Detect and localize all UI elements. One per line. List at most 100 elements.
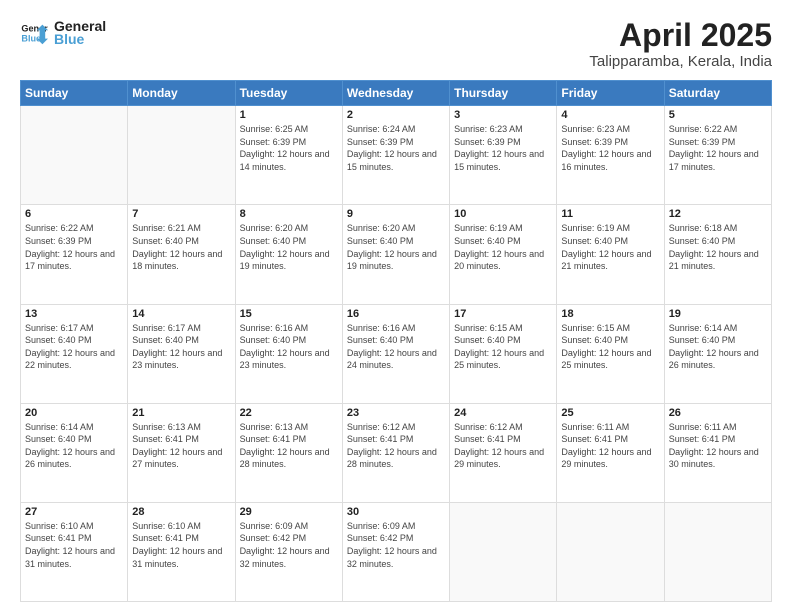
day-info: Sunrise: 6:13 AMSunset: 6:41 PMDaylight:… <box>132 421 230 471</box>
calendar-cell: 26 Sunrise: 6:11 AMSunset: 6:41 PMDayligh… <box>664 403 771 502</box>
day-info: Sunrise: 6:22 AMSunset: 6:39 PMDaylight:… <box>25 222 123 272</box>
calendar-cell: 5 Sunrise: 6:22 AMSunset: 6:39 PMDaylight… <box>664 106 771 205</box>
day-number: 19 <box>669 308 767 320</box>
weekday-header: Tuesday <box>235 81 342 106</box>
calendar-cell: 11 Sunrise: 6:19 AMSunset: 6:40 PMDayligh… <box>557 205 664 304</box>
day-number: 10 <box>454 208 552 220</box>
day-info: Sunrise: 6:20 AMSunset: 6:40 PMDaylight:… <box>347 222 445 272</box>
day-number: 5 <box>669 109 767 121</box>
calendar-cell: 25 Sunrise: 6:11 AMSunset: 6:41 PMDayligh… <box>557 403 664 502</box>
calendar-cell: 3 Sunrise: 6:23 AMSunset: 6:39 PMDaylight… <box>450 106 557 205</box>
day-info: Sunrise: 6:15 AMSunset: 6:40 PMDaylight:… <box>561 322 659 372</box>
calendar-cell: 6 Sunrise: 6:22 AMSunset: 6:39 PMDaylight… <box>21 205 128 304</box>
calendar-table: SundayMondayTuesdayWednesdayThursdayFrid… <box>20 80 772 602</box>
day-number: 3 <box>454 109 552 121</box>
calendar-cell: 1 Sunrise: 6:25 AMSunset: 6:39 PMDaylight… <box>235 106 342 205</box>
calendar-cell: 19 Sunrise: 6:14 AMSunset: 6:40 PMDayligh… <box>664 304 771 403</box>
calendar-cell: 27 Sunrise: 6:10 AMSunset: 6:41 PMDayligh… <box>21 502 128 601</box>
weekday-header: Wednesday <box>342 81 449 106</box>
day-info: Sunrise: 6:12 AMSunset: 6:41 PMDaylight:… <box>454 421 552 471</box>
calendar-cell: 29Sunrise: 6:09 AMSunset: 6:42 PMDayligh… <box>235 502 342 601</box>
day-number: 22 <box>240 407 338 419</box>
calendar-cell: 4 Sunrise: 6:23 AMSunset: 6:39 PMDaylight… <box>557 106 664 205</box>
calendar-cell: 12 Sunrise: 6:18 AMSunset: 6:40 PMDayligh… <box>664 205 771 304</box>
day-number: 25 <box>561 407 659 419</box>
logo-icon: General Blue <box>20 19 48 47</box>
logo-blue: Blue <box>54 31 106 47</box>
calendar-cell: 30 Sunrise: 6:09 AMSunset: 6:42 PMDayligh… <box>342 502 449 601</box>
logo: General Blue General Blue <box>20 18 106 47</box>
day-info: Sunrise: 6:09 AMSunset: 6:42 PMDaylight:… <box>347 520 445 570</box>
calendar-cell: 24 Sunrise: 6:12 AMSunset: 6:41 PMDayligh… <box>450 403 557 502</box>
day-info: Sunrise: 6:17 AMSunset: 6:40 PMDaylight:… <box>132 322 230 372</box>
calendar-cell: 13Sunrise: 6:17 AMSunset: 6:40 PMDayligh… <box>21 304 128 403</box>
calendar-cell <box>128 106 235 205</box>
day-number: 12 <box>669 208 767 220</box>
day-info: Sunrise: 6:16 AMSunset: 6:40 PMDaylight:… <box>240 322 338 372</box>
day-info: Sunrise: 6:10 AMSunset: 6:41 PMDaylight:… <box>132 520 230 570</box>
day-number: 15 <box>240 308 338 320</box>
day-number: 11 <box>561 208 659 220</box>
day-info: Sunrise: 6:24 AMSunset: 6:39 PMDaylight:… <box>347 123 445 173</box>
week-row: 13 Sunrise: 6:17 AMSunset: 6:40 PMDayligh… <box>21 304 772 403</box>
calendar-cell <box>21 106 128 205</box>
day-number: 16 <box>347 308 445 320</box>
calendar-cell: 22 Sunrise: 6:13 AMSunset: 6:41 PMDayligh… <box>235 403 342 502</box>
week-row: 6 Sunrise: 6:22 AMSunset: 6:39 PMDaylight… <box>21 205 772 304</box>
day-info: Sunrise: 6:11 AMSunset: 6:41 PMDaylight:… <box>561 421 659 471</box>
calendar-cell <box>557 502 664 601</box>
day-info: Sunrise: 6:16 AMSunset: 6:40 PMDaylight:… <box>347 322 445 372</box>
header-row: SundayMondayTuesdayWednesdayThursdayFrid… <box>21 81 772 106</box>
day-info: Sunrise: 6:12 AMSunset: 6:41 PMDaylight:… <box>347 421 445 471</box>
day-info: Sunrise: 6:23 AMSunset: 6:39 PMDaylight:… <box>454 123 552 173</box>
day-number: 18 <box>561 308 659 320</box>
weekday-header: Friday <box>557 81 664 106</box>
day-info: Sunrise: 6:11 AMSunset: 6:41 PMDaylight:… <box>669 421 767 471</box>
day-number: 4 <box>561 109 659 121</box>
day-number: 1 <box>240 109 338 121</box>
calendar-cell: 15 Sunrise: 6:16 AMSunset: 6:40 PMDayligh… <box>235 304 342 403</box>
day-info: Sunrise: 6:14 AMSunset: 6:40 PMDaylight:… <box>25 421 123 471</box>
day-info: Sunrise: 6:25 AMSunset: 6:39 PMDaylight:… <box>240 123 338 173</box>
calendar-cell: 21Sunrise: 6:13 AMSunset: 6:41 PMDayligh… <box>128 403 235 502</box>
day-info: Sunrise: 6:10 AMSunset: 6:41 PMDaylight:… <box>25 520 123 570</box>
day-number: 26 <box>669 407 767 419</box>
day-number: 17 <box>454 308 552 320</box>
weekday-header: Thursday <box>450 81 557 106</box>
week-row: 20 Sunrise: 6:14 AMSunset: 6:40 PMDayligh… <box>21 403 772 502</box>
calendar-cell: 17 Sunrise: 6:15 AMSunset: 6:40 PMDayligh… <box>450 304 557 403</box>
day-info: Sunrise: 6:21 AMSunset: 6:40 PMDaylight:… <box>132 222 230 272</box>
day-info: Sunrise: 6:15 AMSunset: 6:40 PMDaylight:… <box>454 322 552 372</box>
calendar-cell <box>450 502 557 601</box>
day-info: Sunrise: 6:14 AMSunset: 6:40 PMDaylight:… <box>669 322 767 372</box>
svg-text:Blue: Blue <box>21 33 41 43</box>
calendar-cell: 2 Sunrise: 6:24 AMSunset: 6:39 PMDaylight… <box>342 106 449 205</box>
calendar-cell <box>664 502 771 601</box>
day-number: 24 <box>454 407 552 419</box>
day-info: Sunrise: 6:19 AMSunset: 6:40 PMDaylight:… <box>561 222 659 272</box>
title-block: April 2025 Talipparamba, Kerala, India <box>589 18 772 70</box>
day-number: 28 <box>132 506 230 518</box>
day-info: Sunrise: 6:22 AMSunset: 6:39 PMDaylight:… <box>669 123 767 173</box>
day-number: 6 <box>25 208 123 220</box>
day-number: 27 <box>25 506 123 518</box>
calendar-cell: 23Sunrise: 6:12 AMSunset: 6:41 PMDayligh… <box>342 403 449 502</box>
day-number: 20 <box>25 407 123 419</box>
calendar-cell: 16 Sunrise: 6:16 AMSunset: 6:40 PMDayligh… <box>342 304 449 403</box>
week-row: 27 Sunrise: 6:10 AMSunset: 6:41 PMDayligh… <box>21 502 772 601</box>
day-info: Sunrise: 6:18 AMSunset: 6:40 PMDaylight:… <box>669 222 767 272</box>
day-number: 14 <box>132 308 230 320</box>
weekday-header: Monday <box>128 81 235 106</box>
day-info: Sunrise: 6:13 AMSunset: 6:41 PMDaylight:… <box>240 421 338 471</box>
day-number: 29 <box>240 506 338 518</box>
calendar-title: April 2025 <box>589 18 772 53</box>
day-info: Sunrise: 6:23 AMSunset: 6:39 PMDaylight:… <box>561 123 659 173</box>
day-number: 30 <box>347 506 445 518</box>
week-row: 1 Sunrise: 6:25 AMSunset: 6:39 PMDaylight… <box>21 106 772 205</box>
calendar-cell: 20 Sunrise: 6:14 AMSunset: 6:40 PMDayligh… <box>21 403 128 502</box>
day-number: 2 <box>347 109 445 121</box>
calendar-cell: 18 Sunrise: 6:15 AMSunset: 6:40 PMDayligh… <box>557 304 664 403</box>
day-number: 13 <box>25 308 123 320</box>
calendar-cell: 9Sunrise: 6:20 AMSunset: 6:40 PMDaylight… <box>342 205 449 304</box>
calendar-cell: 10Sunrise: 6:19 AMSunset: 6:40 PMDayligh… <box>450 205 557 304</box>
